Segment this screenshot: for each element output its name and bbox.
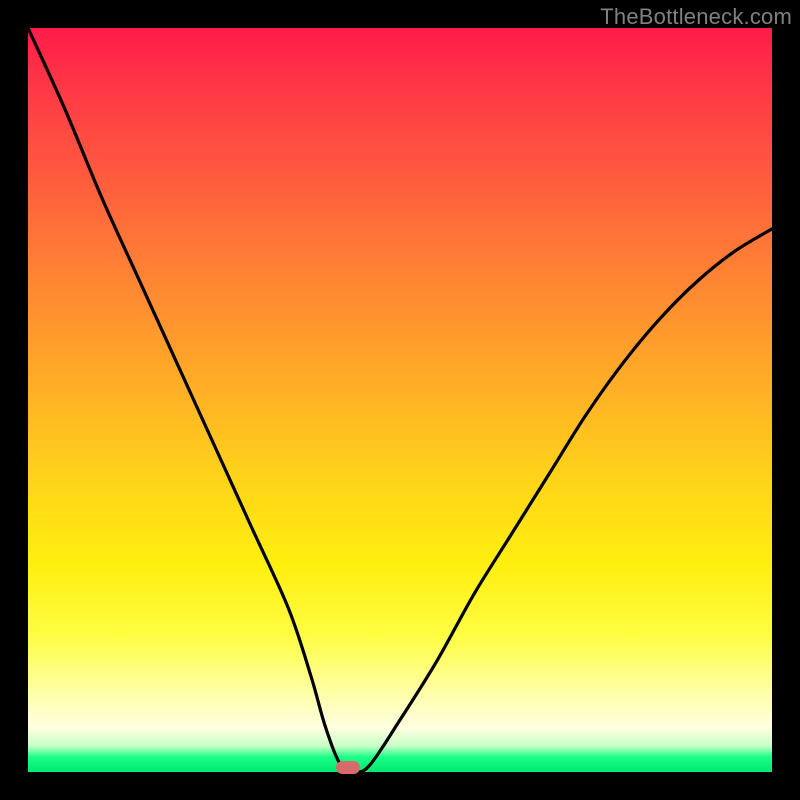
bottleneck-curve	[28, 28, 772, 772]
curve-path	[28, 28, 772, 772]
plot-area	[28, 28, 772, 772]
chart-frame: TheBottleneck.com	[0, 0, 800, 800]
min-marker	[336, 761, 360, 774]
watermark-text: TheBottleneck.com	[600, 4, 792, 30]
